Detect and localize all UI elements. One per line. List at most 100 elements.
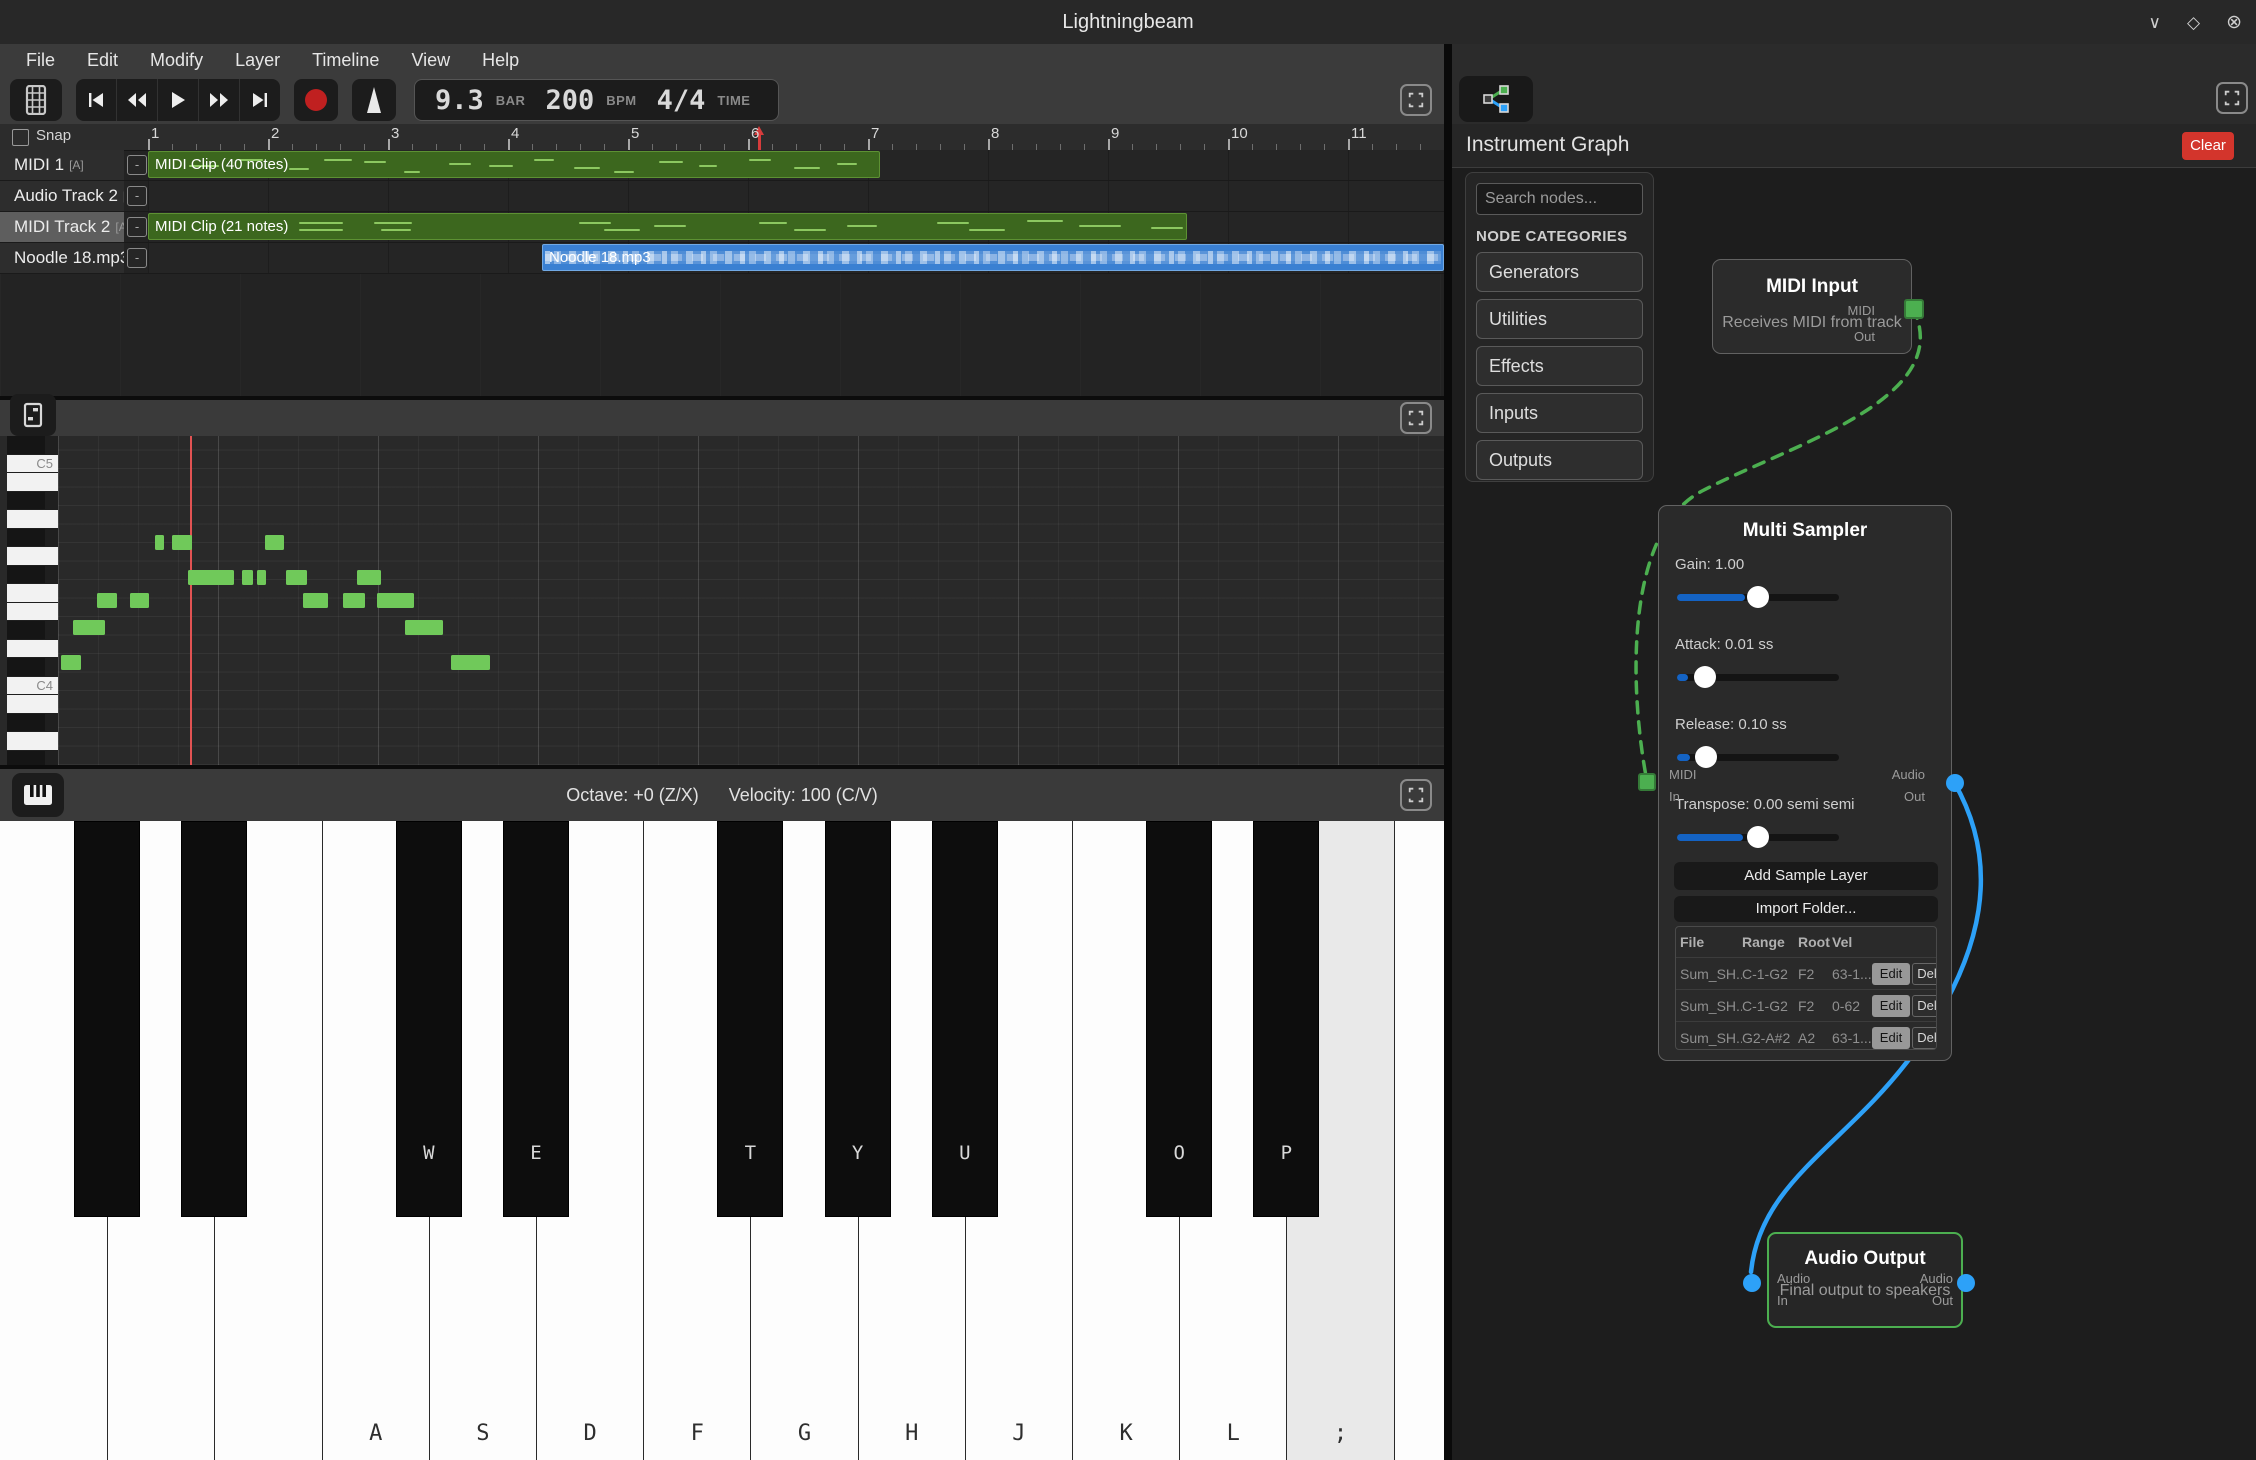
midi-note[interactable] bbox=[242, 570, 253, 585]
import-folder-button[interactable]: Import Folder... bbox=[1674, 896, 1938, 922]
edit-button[interactable]: Edit bbox=[1872, 963, 1910, 985]
category-generators[interactable]: Generators bbox=[1476, 252, 1643, 292]
add-sample-layer-button[interactable]: Add Sample Layer bbox=[1674, 862, 1938, 890]
midi-input-node[interactable]: MIDI Input Receives MIDI from track MIDI… bbox=[1712, 259, 1912, 354]
clip-lane[interactable]: MIDI Clip (40 notes) bbox=[148, 150, 1444, 180]
panel-divider[interactable] bbox=[1444, 44, 1452, 1460]
param-slider[interactable] bbox=[1677, 834, 1839, 841]
midi-out-port[interactable] bbox=[1904, 299, 1924, 319]
snap-checkbox[interactable] bbox=[12, 129, 29, 146]
record-button[interactable] bbox=[294, 79, 338, 121]
audio-in-port[interactable] bbox=[1743, 1274, 1761, 1292]
white-key[interactable] bbox=[1394, 821, 1444, 1460]
param-slider[interactable] bbox=[1677, 594, 1839, 601]
category-outputs[interactable]: Outputs bbox=[1476, 440, 1643, 480]
black-key[interactable] bbox=[74, 821, 140, 1217]
midi-note[interactable] bbox=[451, 655, 490, 670]
midi-note[interactable] bbox=[357, 570, 381, 585]
midi-in-port[interactable] bbox=[1638, 773, 1656, 791]
category-inputs[interactable]: Inputs bbox=[1476, 393, 1643, 433]
audio-output-node[interactable]: Audio Output Final output to speakers Au… bbox=[1767, 1232, 1963, 1328]
transport-display[interactable]: 9.3 BAR 200 BPM 4/4 TIME bbox=[414, 79, 779, 121]
edit-button[interactable]: Edit bbox=[1872, 995, 1910, 1017]
track-label[interactable]: MIDI Track 2[A] bbox=[0, 212, 124, 242]
midi-note[interactable] bbox=[257, 570, 266, 585]
skip-end-button[interactable] bbox=[240, 79, 280, 121]
delete-button[interactable]: Del bbox=[1912, 995, 1937, 1017]
param-slider[interactable] bbox=[1677, 674, 1839, 681]
midi-note[interactable] bbox=[61, 655, 81, 670]
keyboard-expand-button[interactable] bbox=[1400, 779, 1432, 811]
menu-layer[interactable]: Layer bbox=[221, 50, 294, 71]
midi-note[interactable] bbox=[265, 535, 284, 550]
skip-start-button[interactable] bbox=[76, 79, 117, 121]
midi-note[interactable] bbox=[130, 593, 149, 608]
menu-file[interactable]: File bbox=[12, 50, 69, 71]
midi-note[interactable] bbox=[172, 535, 192, 550]
category-effects[interactable]: Effects bbox=[1476, 346, 1643, 386]
track-collapse-button[interactable]: - bbox=[127, 248, 147, 268]
keyboard-toggle-button[interactable] bbox=[12, 773, 64, 817]
track-collapse-button[interactable]: - bbox=[127, 186, 147, 206]
track-label[interactable]: Noodle 18.mp3[A] bbox=[0, 243, 124, 273]
timeline-ruler[interactable]: Snap 1234567891011 bbox=[0, 124, 1444, 151]
clip-lane[interactable]: Noodle 18.mp3 bbox=[148, 243, 1444, 273]
midi-note[interactable] bbox=[155, 535, 164, 550]
close-icon[interactable]: ⊗ bbox=[2226, 13, 2242, 32]
multi-sampler-node[interactable]: Multi Sampler Gain: 1.00Attack: 0.01 ssR… bbox=[1658, 505, 1952, 1061]
metronome-button[interactable] bbox=[352, 79, 396, 121]
piano-roll-grid[interactable]: C5C4 bbox=[0, 436, 1444, 765]
audio-out-port[interactable] bbox=[1946, 774, 1964, 792]
menu-view[interactable]: View bbox=[397, 50, 464, 71]
graph-expand-button[interactable] bbox=[2216, 82, 2248, 114]
arrangement-view-button[interactable] bbox=[10, 394, 56, 436]
midi-note[interactable] bbox=[286, 570, 307, 585]
black-key[interactable]: E bbox=[503, 821, 569, 1217]
delete-button[interactable]: Del bbox=[1912, 1027, 1937, 1049]
clip-lane[interactable] bbox=[148, 181, 1444, 211]
midi-note[interactable] bbox=[97, 593, 117, 608]
node-graph-button[interactable] bbox=[1459, 76, 1533, 122]
track-label[interactable]: Audio Track 2[A] bbox=[0, 181, 124, 211]
maximize-icon[interactable]: ◇ bbox=[2187, 14, 2200, 31]
black-key[interactable]: Y bbox=[825, 821, 891, 1217]
slider-handle[interactable] bbox=[1694, 666, 1716, 688]
midi-note[interactable] bbox=[405, 620, 443, 635]
fast-forward-button[interactable] bbox=[199, 79, 240, 121]
time-signature-value[interactable]: 4/4 bbox=[657, 85, 706, 116]
black-key[interactable]: O bbox=[1146, 821, 1212, 1217]
midi-clip[interactable]: MIDI Clip (21 notes) bbox=[148, 213, 1187, 240]
slider-handle[interactable] bbox=[1747, 586, 1769, 608]
media-library-button[interactable] bbox=[10, 79, 62, 121]
midi-note[interactable] bbox=[303, 593, 328, 608]
midi-note[interactable] bbox=[377, 593, 414, 608]
menu-help[interactable]: Help bbox=[468, 50, 533, 71]
audio-out-port[interactable] bbox=[1957, 1274, 1975, 1292]
black-key[interactable]: W bbox=[396, 821, 462, 1217]
bpm-value[interactable]: 200 bbox=[545, 85, 594, 116]
clip-lane[interactable]: MIDI Clip (21 notes) bbox=[148, 212, 1444, 242]
edit-button[interactable]: Edit bbox=[1872, 1027, 1910, 1049]
black-key[interactable]: T bbox=[717, 821, 783, 1217]
midi-note[interactable] bbox=[73, 620, 105, 635]
timeline-expand-button[interactable] bbox=[1400, 84, 1432, 116]
slider-handle[interactable] bbox=[1695, 746, 1717, 768]
play-button[interactable] bbox=[158, 79, 199, 121]
piano-roll-expand-button[interactable] bbox=[1400, 402, 1432, 434]
track-collapse-button[interactable]: - bbox=[127, 155, 147, 175]
category-utilities[interactable]: Utilities bbox=[1476, 299, 1643, 339]
bar-position-value[interactable]: 9.3 bbox=[435, 85, 484, 116]
menu-timeline[interactable]: Timeline bbox=[298, 50, 393, 71]
timeline-empty-area[interactable] bbox=[0, 274, 1444, 396]
midi-note[interactable] bbox=[188, 570, 234, 585]
black-key[interactable]: U bbox=[932, 821, 998, 1217]
search-input[interactable] bbox=[1476, 183, 1643, 215]
menu-edit[interactable]: Edit bbox=[73, 50, 132, 71]
delete-button[interactable]: Del bbox=[1912, 963, 1937, 985]
track-row[interactable]: MIDI Track 2[A]-MIDI Clip (21 notes) bbox=[0, 212, 1444, 243]
track-row[interactable]: MIDI 1[A]-MIDI Clip (40 notes) bbox=[0, 150, 1444, 181]
midi-note[interactable] bbox=[343, 593, 365, 608]
param-slider[interactable] bbox=[1677, 754, 1839, 761]
clear-graph-button[interactable]: Clear bbox=[2182, 132, 2234, 160]
track-row[interactable]: Noodle 18.mp3[A]-Noodle 18.mp3 bbox=[0, 243, 1444, 274]
